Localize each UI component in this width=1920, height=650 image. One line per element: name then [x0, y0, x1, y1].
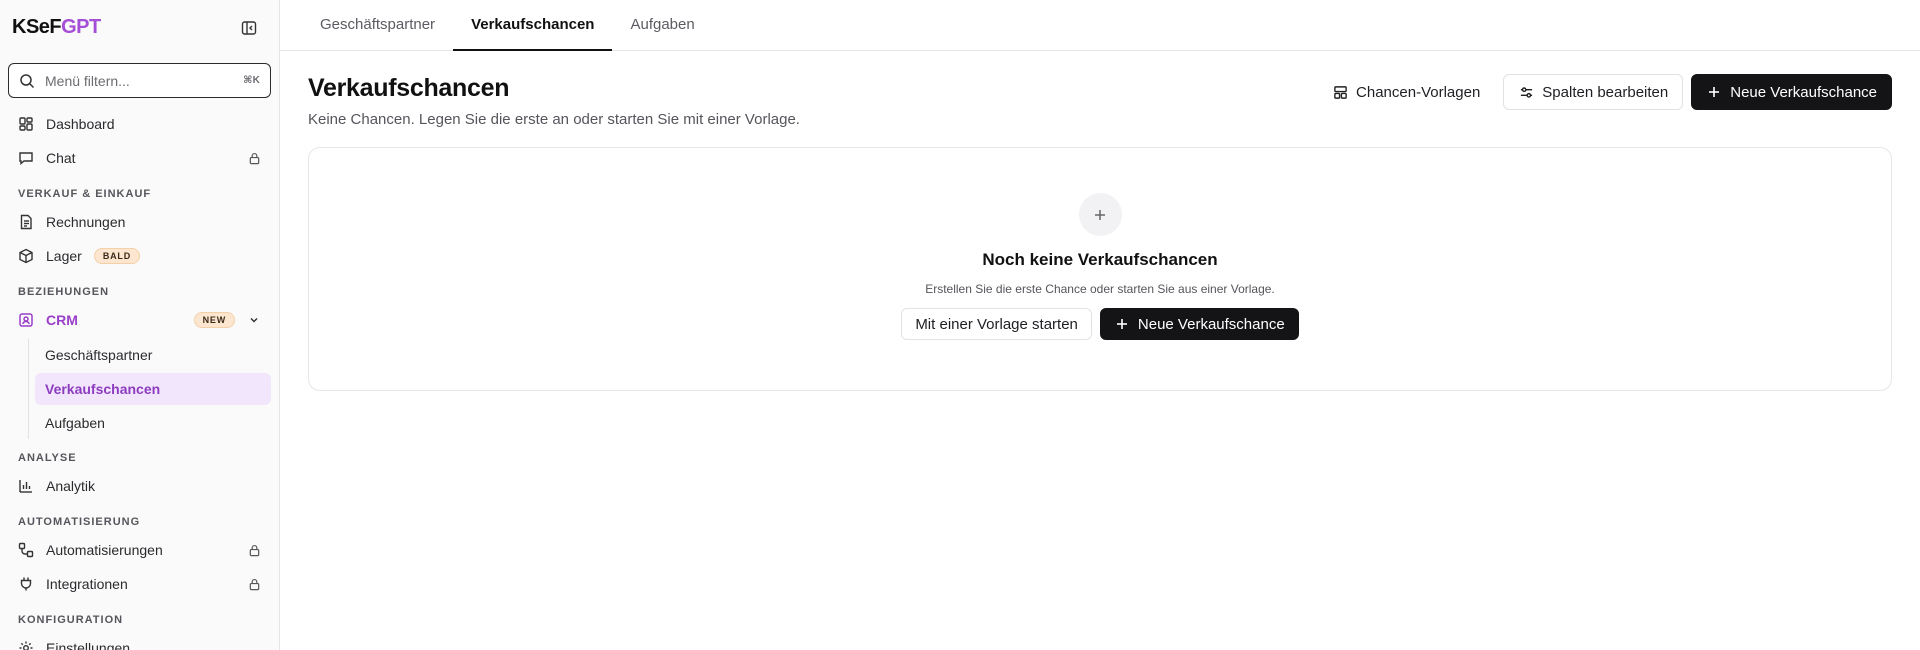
sidebar-item-tasks[interactable]: Aufgaben [35, 407, 271, 439]
sidebar-item-business-partners[interactable]: Geschäftspartner [35, 339, 271, 371]
plus-icon [1706, 84, 1722, 100]
sidebar-item-label: Dashboard [46, 116, 115, 132]
sliders-icon [1518, 84, 1534, 100]
sidebar-item-dashboard[interactable]: Dashboard [0, 107, 279, 141]
sidebar-item-label: Analytik [46, 478, 96, 494]
empty-new-opportunity-button[interactable]: Neue Verkaufschance [1099, 308, 1299, 340]
search-icon [19, 73, 35, 89]
sidebar-item-chat[interactable]: Chat [0, 141, 279, 175]
main-content: Geschäftspartner Verkaufschancen Aufgabe… [280, 0, 1920, 650]
section-sales: VERKAUF & EINKAUF [18, 188, 152, 200]
sidebar-item-stock[interactable]: Lager BALD [0, 239, 279, 273]
sidebar-item-label: Rechnungen [46, 214, 126, 230]
section-automation: AUTOMATISIERUNG [18, 516, 141, 528]
sidebar-item-automations[interactable]: Automatisierungen [0, 533, 279, 567]
sidebar-item-label: Lager [46, 248, 82, 264]
plus-icon [1078, 193, 1122, 236]
button-label: Chancen-Vorlagen [1356, 83, 1481, 101]
menu-search-input[interactable] [45, 72, 234, 89]
page-title: Verkaufschancen [308, 74, 510, 102]
page-heading: Verkaufschancen Keine Chancen. Legen Sie… [308, 74, 800, 128]
section-config: KONFIGURATION [18, 614, 124, 626]
crm-tabs: Geschäftspartner Verkaufschancen Aufgabe… [280, 0, 1920, 51]
search-shortcut: ⌘K [243, 75, 260, 86]
section-relations: BEZIEHUNGEN [18, 286, 110, 298]
contacts-icon [18, 312, 34, 328]
lock-icon [247, 151, 261, 165]
button-label: Neue Verkaufschance [1730, 83, 1877, 101]
page-actions: Chancen-Vorlagen Spalten bearbeiten Neue… [1317, 74, 1892, 128]
new-badge: NEW [193, 312, 235, 328]
sidebar-item-label: Chat [46, 150, 76, 166]
brand-logo[interactable]: KSeFGPT [12, 16, 101, 39]
brand-row: KSeFGPT [0, 0, 279, 55]
bar-chart-icon [18, 478, 34, 494]
app-root: KSeFGPT ⌘K Dashboard [0, 0, 1920, 650]
sidebar-item-analytics[interactable]: Analytik [0, 469, 279, 503]
sidebar-item-integrations[interactable]: Integrationen [0, 567, 279, 601]
package-icon [18, 248, 34, 264]
document-icon [18, 214, 34, 230]
sidebar-collapse-icon[interactable] [239, 18, 259, 38]
template-icon [1332, 84, 1348, 100]
coming-soon-badge: BALD [93, 248, 141, 264]
edit-columns-button[interactable]: Spalten bearbeiten [1503, 74, 1684, 110]
start-from-template-button[interactable]: Mit einer Vorlage starten [901, 308, 1092, 340]
sidebar-item-label: Einstellungen [46, 640, 131, 650]
sidebar-item-invoices[interactable]: Rechnungen [0, 205, 279, 239]
new-opportunity-button[interactable]: Neue Verkaufschance [1691, 74, 1892, 110]
sidebar-item-label: Integrationen [46, 576, 128, 592]
crm-submenu: Geschäftspartner Verkaufschancen Aufgabe… [28, 339, 279, 439]
sidebar-item-label: Automatisierungen [46, 542, 163, 558]
chevron-down-icon[interactable] [247, 313, 261, 327]
workflow-icon [18, 542, 34, 558]
empty-state-card: Noch keine Verkaufschancen Erstellen Sie… [308, 147, 1892, 391]
empty-state-title: Noch keine Verkaufschancen [982, 250, 1218, 269]
menu-search: ⌘K [8, 63, 271, 98]
sidebar-item-settings[interactable]: Einstellungen [0, 631, 279, 650]
sidebar-nav: Dashboard Chat VERKAUF & EINKAUF Rechnun… [0, 107, 279, 650]
chat-icon [18, 150, 34, 166]
sidebar-item-opportunities[interactable]: Verkaufschancen [35, 373, 271, 405]
brand-suffix: GPT [61, 16, 101, 38]
tab-business-partners[interactable]: Geschäftspartner [302, 0, 453, 50]
sidebar-item-label: CRM [46, 312, 78, 328]
plug-icon [18, 576, 34, 592]
opportunity-templates-button[interactable]: Chancen-Vorlagen [1317, 74, 1495, 110]
sidebar: KSeFGPT ⌘K Dashboard [0, 0, 280, 650]
button-label: Neue Verkaufschance [1137, 315, 1285, 333]
gear-icon [18, 640, 34, 650]
tab-opportunities[interactable]: Verkaufschancen [453, 0, 613, 51]
empty-state-subtitle: Erstellen Sie die erste Chance oder star… [925, 282, 1275, 296]
empty-state-actions: Mit einer Vorlage starten Neue Verkaufsc… [901, 308, 1299, 340]
tab-tasks[interactable]: Aufgaben [612, 0, 712, 50]
sidebar-item-crm[interactable]: CRM NEW [0, 303, 279, 337]
lock-icon [247, 543, 261, 557]
section-analysis: ANALYSE [18, 452, 77, 464]
plus-icon [1114, 316, 1130, 332]
page-subtitle: Keine Chancen. Legen Sie die erste an od… [308, 111, 800, 128]
dashboard-icon [18, 116, 34, 132]
button-label: Spalten bearbeiten [1542, 83, 1669, 101]
lock-icon [247, 577, 261, 591]
page-header: Verkaufschancen Keine Chancen. Legen Sie… [308, 74, 1892, 128]
brand-prefix: KSeF [12, 16, 62, 38]
